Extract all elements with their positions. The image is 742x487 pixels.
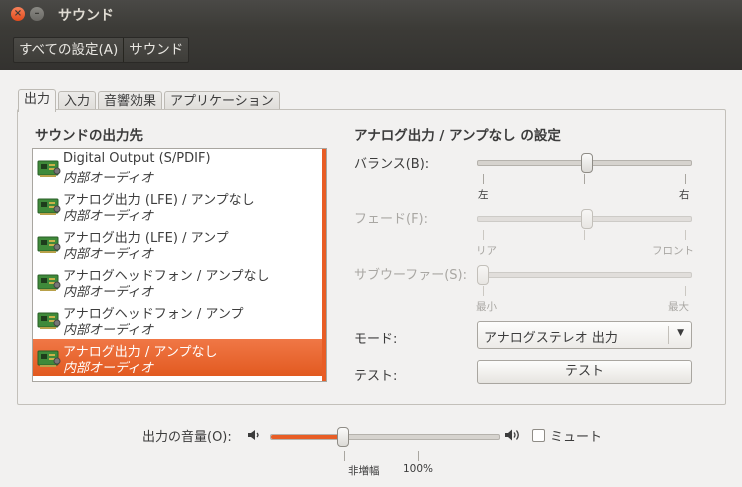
close-button[interactable]: × <box>11 7 25 21</box>
subwoofer-slider-track <box>477 272 692 278</box>
balance-slider-thumb[interactable] <box>580 153 593 173</box>
fade-rear-label: リア <box>476 245 497 257</box>
sound-card-icon <box>37 236 61 253</box>
output-device-name: Digital Output (S/PDIF) <box>63 151 211 166</box>
balance-tick-left <box>483 174 484 184</box>
volume-tick-100 <box>418 451 419 461</box>
volume-low-icon <box>248 430 259 440</box>
output-device-subtitle: 内部オーディオ <box>63 209 154 224</box>
mute-checkbox[interactable] <box>532 429 545 442</box>
subwoofer-tick-min <box>483 286 484 296</box>
output-device-subtitle: 内部オーディオ <box>63 247 154 262</box>
tab-output[interactable]: 出力 <box>18 89 57 112</box>
sound-card-icon <box>37 160 61 177</box>
title-bar: × – サウンド <box>0 0 742 28</box>
volume-label: 出力の音量(O): <box>142 430 232 445</box>
output-device-item[interactable]: アナログ出力 (LFE) / アンプなし 内部オーディオ <box>33 187 322 224</box>
settings-title: アナログ出力 / アンプなし の設定 <box>354 128 561 144</box>
volume-slider-thumb[interactable] <box>336 427 349 447</box>
subwoofer-slider-thumb <box>477 265 489 285</box>
balance-right-label: 右 <box>679 189 690 201</box>
subwoofer-tick-max <box>685 286 686 296</box>
sound-card-icon <box>37 274 61 291</box>
subwoofer-label: サブウーファー(S): <box>354 268 467 283</box>
output-device-item[interactable]: アナログ出力 (LFE) / アンプ 内部オーディオ <box>33 225 322 262</box>
mode-value: アナログステレオ 出力 <box>484 331 618 346</box>
output-device-subtitle: 内部オーディオ <box>63 171 154 186</box>
window-title: サウンド <box>58 8 114 24</box>
subwoofer-max-label: 最大 <box>668 301 689 313</box>
output-list-title: サウンドの出力先 <box>35 128 143 144</box>
test-label: テスト: <box>354 369 398 384</box>
fade-slider-thumb <box>580 209 593 229</box>
output-device-list[interactable]: Digital Output (S/PDIF) 内部オーディオ アナログ出力 (LF… <box>32 148 327 382</box>
output-device-item[interactable]: Digital Output (S/PDIF) 内部オーディオ <box>33 149 322 186</box>
fade-tick-right <box>685 230 686 240</box>
output-device-item[interactable]: アナログ出力 / アンプなし 内部オーディオ <box>33 339 322 376</box>
content-area: 出力 入力 音響効果 アプリケーション サウンドの出力先 Digital Out… <box>0 70 742 487</box>
all-settings-button[interactable]: すべての設定(A) <box>14 38 123 62</box>
output-device-item[interactable]: アナログヘッドフォン / アンプ 内部オーディオ <box>33 301 322 338</box>
mode-label: モード: <box>354 332 398 347</box>
subwoofer-min-label: 最小 <box>476 301 497 313</box>
output-device-subtitle: 内部オーディオ <box>63 361 154 376</box>
sound-card-icon <box>37 198 61 215</box>
volume-unamplified-label: 非増幅 <box>348 465 380 477</box>
balance-label: バランス(B): <box>354 157 430 172</box>
toolbar: すべての設定(A) サウンド <box>0 28 742 70</box>
sound-card-icon <box>37 350 61 367</box>
test-button[interactable]: テスト <box>477 360 692 384</box>
combo-separator <box>668 326 669 344</box>
fade-tick-left <box>483 230 484 240</box>
output-device-item[interactable]: アナログ出力 / アンプ <box>33 377 322 381</box>
volume-high-icon <box>505 429 519 441</box>
volume-tick-unamplified <box>344 451 345 461</box>
breadcrumb: すべての設定(A) サウンド <box>13 37 190 63</box>
fade-tick-center <box>584 230 585 240</box>
output-device-subtitle: 内部オーディオ <box>63 323 154 338</box>
volume-slider-track[interactable] <box>270 434 500 440</box>
chevron-down-icon: ▼ <box>677 328 684 338</box>
output-panel: サウンドの出力先 Digital Output (S/PDIF) 内部オーディオア… <box>17 109 726 405</box>
list-scrollbar[interactable] <box>322 149 326 381</box>
volume-100-label: 100% <box>403 463 434 475</box>
balance-tick-right <box>685 174 686 184</box>
balance-tick-center <box>584 174 585 184</box>
sound-card-icon <box>37 312 61 329</box>
balance-left-label: 左 <box>478 189 489 201</box>
volume-slider-fill <box>271 435 344 439</box>
fade-label: フェード(F): <box>354 212 429 227</box>
output-device-item[interactable]: アナログヘッドフォン / アンプなし 内部オーディオ <box>33 263 322 300</box>
fade-front-label: フロント <box>652 245 694 257</box>
output-device-name: アナログ出力 / アンプ <box>63 379 191 381</box>
minimize-button[interactable]: – <box>30 7 44 21</box>
mute-label[interactable]: ミュート <box>550 426 602 445</box>
breadcrumb-current[interactable]: サウンド <box>123 38 188 62</box>
mode-combobox[interactable]: アナログステレオ 出力 ▼ <box>477 321 692 349</box>
output-device-subtitle: 内部オーディオ <box>63 285 154 300</box>
